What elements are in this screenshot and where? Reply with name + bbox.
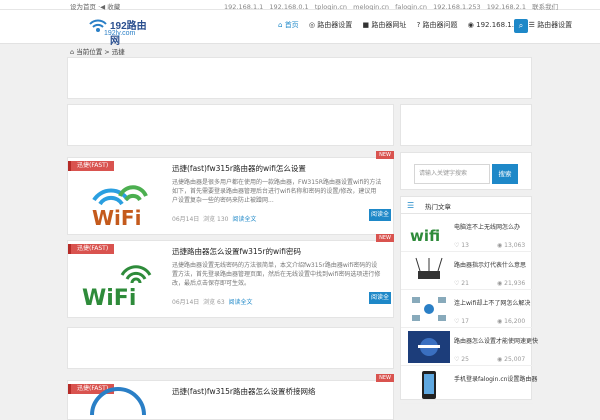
post-date: 06月14日: [172, 299, 200, 306]
article-thumbnail: wifi: [410, 227, 440, 245]
hot-articles-list: wifi 电脑连不上无线网怎么办 ♡ 13 ◉ 13,063 路由器指示灯代表什…: [400, 214, 538, 404]
hot-articles-title: 热门文章: [425, 203, 451, 211]
article-thumbnail: [412, 297, 446, 321]
hot-article-item[interactable]: 路由器怎么设置才能使网速更快 ♡ 25 ◉ 25,007: [401, 328, 538, 366]
read-link[interactable]: 阅读全文: [228, 299, 252, 306]
post-meta: 06月14日 浏览 130 阅读全文: [172, 214, 256, 223]
views-value: 21,936: [504, 280, 526, 287]
likes-value: 21: [461, 280, 469, 287]
nav-router-urls[interactable]: ■ 路由器网址: [363, 20, 407, 30]
likes-count: ♡ 17: [454, 318, 469, 325]
nav-192-168-1-1[interactable]: ◉ 192.168.1.1: [468, 21, 519, 29]
post-excerpt: 迅捷路由器是很多用户都在使用的一款路由器，FW315R路由器设置wifi的方法如…: [172, 179, 382, 204]
ad-banner-main: [67, 104, 394, 146]
home-icon: ⌂: [278, 21, 283, 29]
post-card: 迅捷(FAST) WiFi 迅捷路由器怎么设置fw315r的wifi密码 NEW…: [67, 234, 394, 318]
nav-home[interactable]: ⌂ 首页: [278, 20, 299, 30]
globe-icon: ◉: [467, 21, 474, 29]
cart-icon: ☰: [528, 21, 535, 29]
article-thumbnail: [415, 257, 443, 279]
category-badge[interactable]: 迅捷(FAST): [68, 161, 115, 171]
post-date: 06月14日: [172, 216, 200, 223]
main-nav: ⌂ 首页 ◎ 路由器设置 ■ 路由器网址 ? 路由器问题 ◉ 192.168.1…: [278, 20, 580, 30]
logo-domain: 192ly.com: [104, 30, 136, 37]
likes-value: 25: [461, 356, 469, 363]
site-header: 192路由网 192ly.com ⌂ 首页 ◎ 路由器设置 ■ 路由器网址 ? …: [0, 10, 600, 47]
search-button[interactable]: ⌕: [514, 19, 528, 33]
search-submit-button[interactable]: 搜索: [492, 164, 518, 184]
post-thumbnail[interactable]: [88, 385, 148, 415]
likes-count: ♡ 13: [454, 242, 469, 249]
views-value: 25,007: [504, 356, 526, 363]
hot-article-item[interactable]: wifi 电脑连不上无线网怎么办 ♡ 13 ◉ 13,063: [401, 214, 533, 252]
thumbnail-text: WiFi: [92, 206, 141, 230]
list-icon: ☰: [407, 201, 415, 210]
ad-banner-side: [400, 104, 532, 146]
new-badge: NEW: [376, 151, 394, 159]
views-count: ◉ 25,007: [497, 356, 526, 363]
post-thumbnail[interactable]: WiFi: [76, 255, 160, 313]
nav-label: 路由器网址: [371, 21, 407, 29]
nav-router-settings[interactable]: ◎ 路由器设置: [309, 20, 352, 30]
read-more-button[interactable]: 阅读全文: [369, 209, 391, 230]
thumbnail-text: wifi: [410, 227, 440, 245]
post-thumbnail[interactable]: WiFi: [76, 172, 160, 230]
article-thumbnail: [408, 331, 450, 363]
read-link[interactable]: 阅读全文: [232, 216, 256, 223]
ad-banner-inline: [67, 327, 394, 369]
nav-router-questions[interactable]: ? 路由器问题: [417, 20, 458, 30]
read-more-button[interactable]: 阅读全文: [369, 292, 391, 313]
nav-label: 路由器问题: [422, 21, 458, 29]
site-logo[interactable]: 192路由网 192ly.com: [86, 15, 150, 47]
post-title[interactable]: 迅捷(fast)fw315r路由器怎么设置桥接网络: [172, 386, 315, 397]
likes-value: 13: [461, 242, 469, 249]
nav-label: 路由器设置: [537, 21, 573, 29]
thumbnail-text: WiFi: [82, 286, 136, 311]
grid-icon: ■: [362, 21, 370, 29]
likes-count: ♡ 21: [454, 280, 469, 287]
article-title[interactable]: 连上wifi却上不了网怎么解决: [454, 298, 530, 307]
new-badge: NEW: [376, 374, 394, 382]
nav-label: 192.168.1.1: [476, 21, 519, 29]
post-views: 浏览 63: [203, 299, 225, 306]
question-icon: ?: [416, 21, 421, 29]
hot-article-item[interactable]: 连上wifi却上不了网怎么解决 ♡ 17 ◉ 16,200: [401, 290, 533, 328]
hot-article-item[interactable]: 路由器指示灯代表什么意思 ♡ 21 ◉ 21,936: [401, 252, 533, 290]
breadcrumb: ⌂ 当前位置 > 迅捷: [70, 48, 125, 56]
article-title[interactable]: 手机登录falogin.cn设置路由器: [454, 374, 537, 383]
hot-articles-header: ☰ 热门文章: [400, 196, 532, 214]
target-icon: ◎: [308, 21, 316, 29]
post-meta: 06月14日 浏览 63 阅读全文: [172, 297, 253, 306]
post-card: 迅捷(FAST) 迅捷(fast)fw315r路由器怎么设置桥接网络 NEW: [67, 374, 394, 420]
likes-count: ♡ 25: [454, 356, 469, 363]
post-card: 迅捷(FAST) WiFi 迅捷(fast)fw315r路由器的wifi怎么设置…: [67, 151, 394, 235]
views-value: 13,063: [504, 242, 526, 249]
post-title[interactable]: 迅捷(fast)fw315r路由器的wifi怎么设置: [172, 163, 306, 174]
post-views: 浏览 130: [203, 216, 229, 223]
article-title[interactable]: 路由器怎么设置才能使网速更快: [454, 336, 538, 345]
views-count: ◉ 21,936: [497, 280, 526, 287]
post-title[interactable]: 迅捷路由器怎么设置fw315r的wifi密码: [172, 246, 301, 257]
search-icon: ⌕: [518, 21, 524, 30]
top-bar: 设为首页 ·◀ 收藏 192.168.1.1 192.168.0.1 tplog…: [0, 0, 600, 11]
article-title[interactable]: 路由器指示灯代表什么意思: [454, 260, 526, 269]
search-input[interactable]: 请输入关键字搜索: [414, 164, 490, 184]
nav-label: 路由器设置: [317, 21, 353, 29]
nav-label: 首页: [284, 21, 299, 29]
ad-banner-top: [67, 57, 532, 99]
views-count: ◉ 13,063: [497, 242, 526, 249]
post-excerpt: 迅捷路由器设置无线密码的方法很简单，本文介绍fw315r路由器wifi密码的设置…: [172, 262, 381, 287]
new-badge: NEW: [376, 234, 394, 242]
category-badge[interactable]: 迅捷(FAST): [68, 244, 115, 254]
article-thumbnail: [422, 371, 436, 399]
hot-article-item[interactable]: 手机登录falogin.cn设置路由器: [401, 366, 537, 404]
nav-router-setup[interactable]: ☰ 路由器设置: [529, 20, 573, 30]
views-value: 16,200: [504, 318, 526, 325]
article-title[interactable]: 电脑连不上无线网怎么办: [454, 222, 520, 231]
likes-value: 17: [461, 318, 469, 325]
views-count: ◉ 16,200: [497, 318, 526, 325]
